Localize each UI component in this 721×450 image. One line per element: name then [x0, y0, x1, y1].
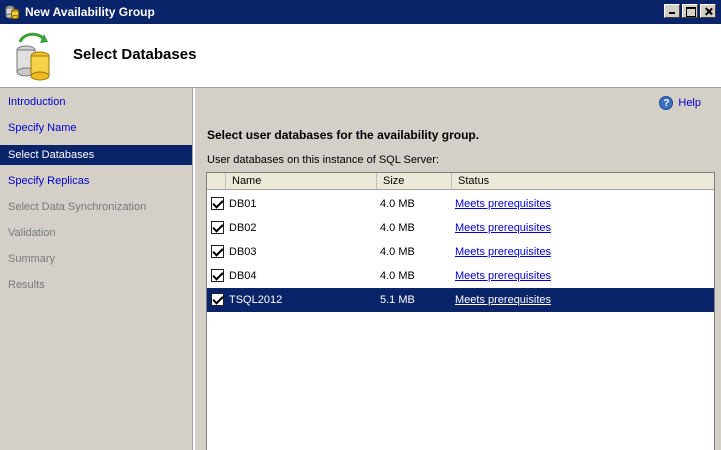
minimize-button[interactable] — [664, 4, 680, 18]
table-row[interactable]: DB02 4.0 MB Meets prerequisites — [207, 216, 714, 240]
database-app-icon — [5, 5, 19, 20]
table-row[interactable]: DB01 4.0 MB Meets prerequisites — [207, 192, 714, 216]
row-status-link[interactable]: Meets prerequisites — [455, 192, 551, 216]
wizard-header: Select Databases — [0, 24, 721, 88]
row-name: TSQL2012 — [229, 294, 283, 306]
instruction-text: Select user databases for the availabili… — [207, 128, 480, 142]
table-row[interactable]: DB03 4.0 MB Meets prerequisites — [207, 240, 714, 264]
row-checkbox[interactable] — [211, 245, 224, 258]
help-link[interactable]: ? Help — [659, 96, 701, 110]
list-label: User databases on this instance of SQL S… — [207, 154, 439, 166]
row-size: 4.0 MB — [380, 222, 415, 234]
row-name: DB04 — [229, 270, 257, 282]
nav-item-specify-replicas[interactable]: Specify Replicas — [0, 171, 192, 191]
row-size: 4.0 MB — [380, 198, 415, 210]
row-checkbox[interactable] — [211, 221, 224, 234]
row-status-link[interactable]: Meets prerequisites — [455, 288, 551, 312]
window-title: New Availability Group — [25, 5, 155, 19]
wizard-nav: Introduction Specify Name Select Databas… — [0, 88, 193, 450]
row-size: 4.0 MB — [380, 270, 415, 282]
row-checkbox[interactable] — [211, 197, 224, 210]
row-status-link[interactable]: Meets prerequisites — [455, 216, 551, 240]
table-row[interactable]: DB04 4.0 MB Meets prerequisites — [207, 264, 714, 288]
table-row-selected[interactable]: TSQL2012 5.1 MB Meets prerequisites — [207, 288, 714, 312]
grid-header: Name Size Status — [207, 173, 714, 190]
column-header-status[interactable]: Status — [451, 173, 714, 189]
column-header-name[interactable]: Name — [225, 173, 376, 189]
row-name: DB03 — [229, 246, 257, 258]
row-name: DB01 — [229, 198, 257, 210]
row-checkbox[interactable] — [211, 269, 224, 282]
nav-item-summary: Summary — [8, 253, 56, 265]
nav-item-introduction[interactable]: Introduction — [0, 92, 192, 112]
row-status-link[interactable]: Meets prerequisites — [455, 240, 551, 264]
row-size: 4.0 MB — [380, 246, 415, 258]
nav-item-validation: Validation — [8, 227, 56, 239]
close-button[interactable] — [700, 4, 716, 18]
page-title: Select Databases — [73, 46, 197, 63]
row-size: 5.1 MB — [380, 294, 415, 306]
nav-item-select-data-synchronization: Select Data Synchronization — [8, 201, 147, 213]
nav-item-results: Results — [8, 279, 45, 291]
nav-item-select-databases[interactable]: Select Databases — [0, 145, 192, 165]
row-checkbox[interactable] — [211, 293, 224, 306]
help-icon: ? — [659, 96, 674, 110]
database-sync-icon — [16, 32, 50, 81]
databases-grid[interactable]: Name Size Status DB01 4.0 MB Meets prere… — [206, 172, 715, 450]
main-content: ? Help Select user databases for the ava… — [195, 88, 721, 450]
maximize-button[interactable] — [682, 4, 698, 18]
row-name: DB02 — [229, 222, 257, 234]
title-bar[interactable]: New Availability Group — [0, 0, 721, 24]
column-header-size[interactable]: Size — [376, 173, 451, 189]
nav-item-specify-name[interactable]: Specify Name — [0, 118, 192, 138]
help-label: Help — [678, 97, 701, 109]
row-status-link[interactable]: Meets prerequisites — [455, 264, 551, 288]
